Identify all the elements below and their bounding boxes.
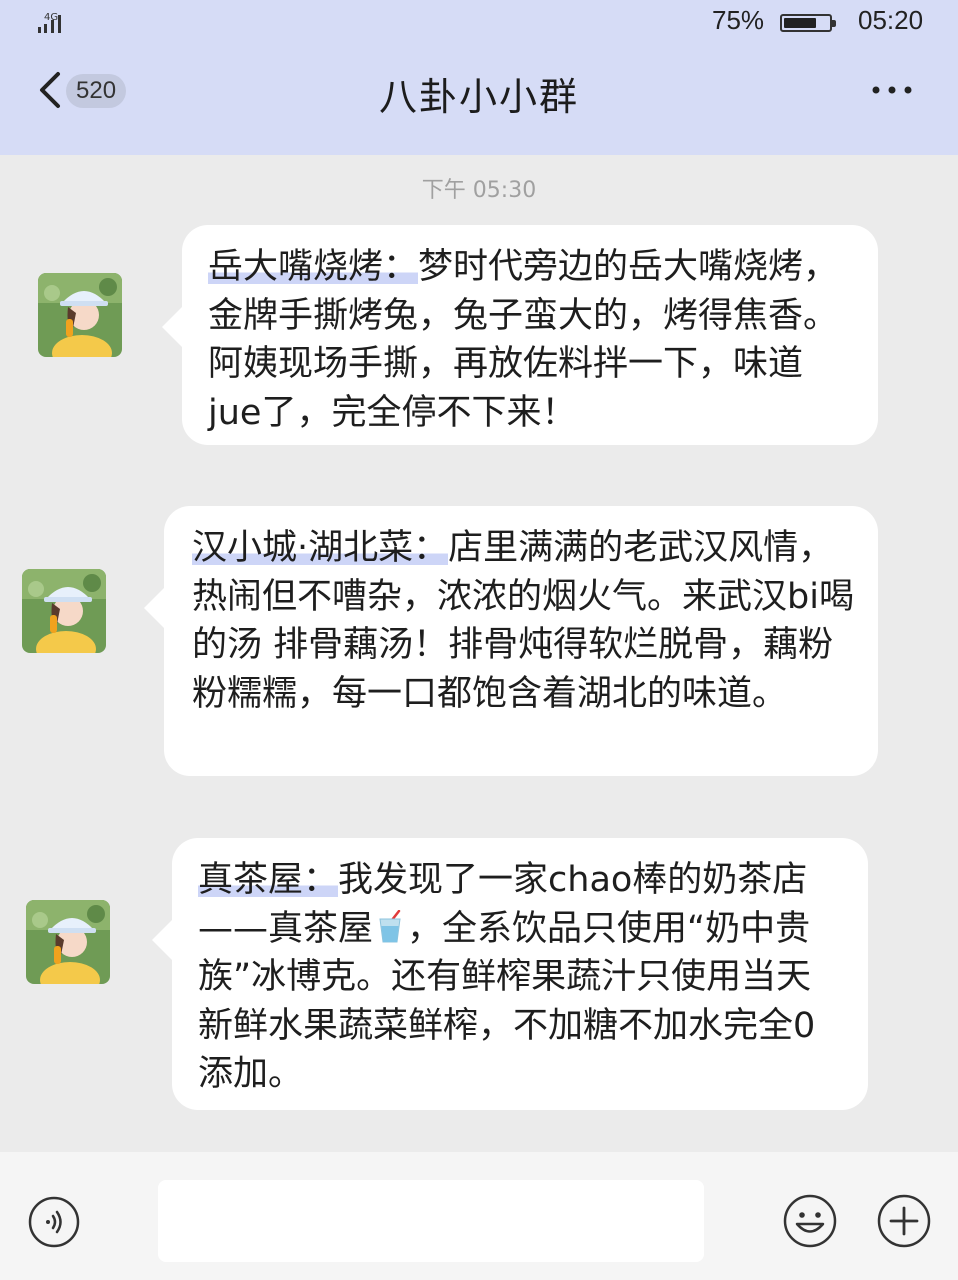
- message-timestamp: 下午 05:30: [421, 178, 537, 203]
- battery-icon: [780, 14, 836, 32]
- battery-level: [784, 18, 816, 28]
- more-dots-icon[interactable]: [868, 76, 916, 104]
- chat-title: 八卦小小群: [378, 75, 579, 119]
- avatar[interactable]: [38, 273, 122, 357]
- plus-icon[interactable]: [876, 1193, 932, 1249]
- avatar-image: [22, 569, 106, 653]
- avatar[interactable]: [22, 569, 106, 653]
- message-label: 岳大嘴烧烤：: [208, 247, 419, 287]
- avatar[interactable]: [26, 900, 110, 984]
- message-bubble[interactable]: 真茶屋：我发现了一家chao棒的奶茶店——真茶屋 ，全系饮品只使用“奶中贵族”冰…: [152, 838, 868, 1110]
- smiley-icon[interactable]: [782, 1193, 838, 1249]
- status-bar: 4G 75% 05:20: [0, 0, 958, 42]
- voice-icon[interactable]: [28, 1196, 80, 1248]
- message-label: 汉小城·湖北菜：: [192, 528, 449, 568]
- status-time: 05:20: [858, 5, 924, 35]
- message-input[interactable]: [158, 1180, 704, 1262]
- avatar-image: [26, 900, 110, 984]
- message-bubble[interactable]: 汉小城·湖北菜：店里满满的老武汉风情，热闹但不嘈杂，浓浓的烟火气。来武汉bi喝的…: [144, 506, 878, 776]
- cup-with-straw-icon: [379, 909, 401, 942]
- header-bar: 4G 75% 05:20 520 八卦小小群: [0, 0, 958, 155]
- avatar-image: [38, 273, 122, 357]
- message-bubble[interactable]: 岳大嘴烧烤：梦时代旁边的岳大嘴烧烤，金牌手撕烤兔，兔子蛮大的，烤得焦香。阿姨现场…: [162, 225, 878, 445]
- battery-percent: 75%: [712, 5, 765, 35]
- message-label: 真茶屋：: [198, 860, 339, 900]
- signal-icon: [38, 15, 61, 33]
